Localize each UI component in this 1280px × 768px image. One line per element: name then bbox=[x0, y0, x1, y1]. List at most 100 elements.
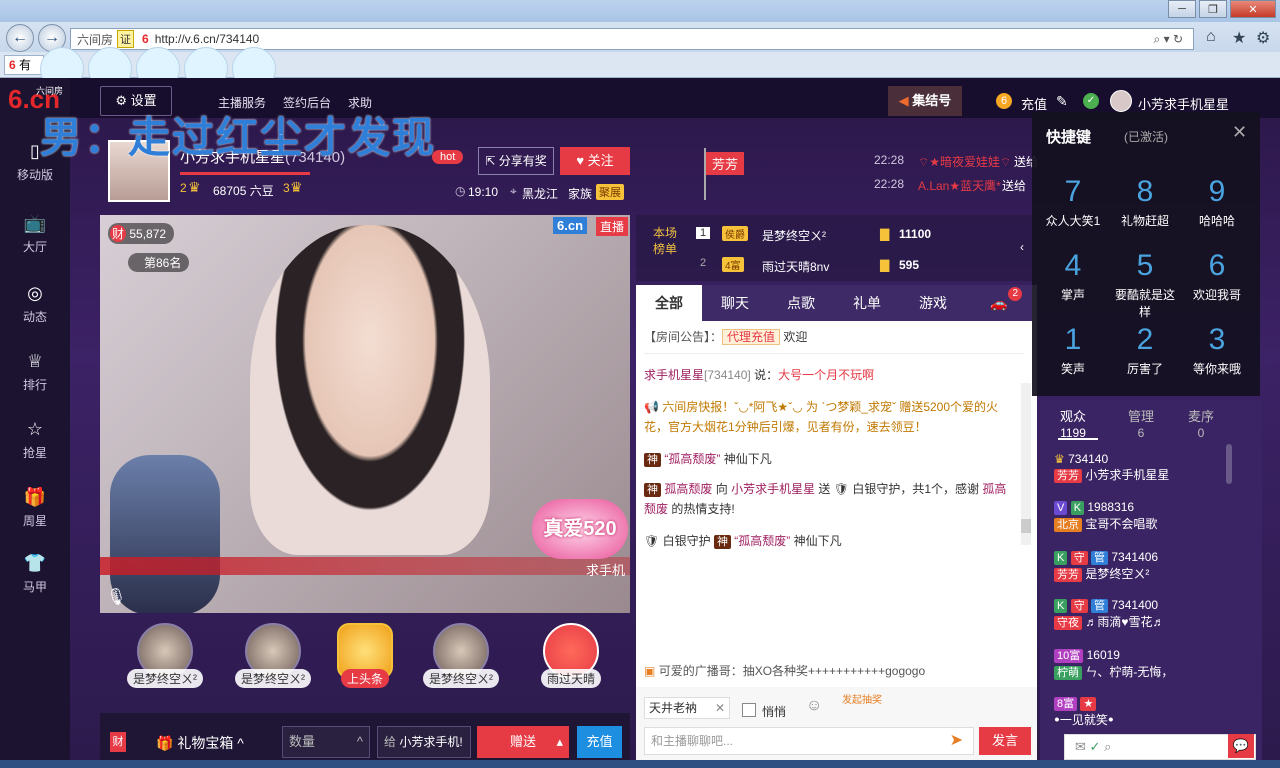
audience-user[interactable]: ♛ 734140 芳芳 小芳求手机星星 bbox=[1054, 452, 1169, 483]
rank-name[interactable]: 雨过天晴8nv bbox=[762, 258, 829, 275]
mail-icon[interactable]: ✉ bbox=[1075, 739, 1086, 754]
close-window-button[interactable]: ✕ bbox=[1230, 0, 1276, 18]
username-menu[interactable]: 小芳求手机星星 bbox=[1138, 94, 1229, 113]
horn-icon: ◀ bbox=[898, 93, 909, 108]
audience-user[interactable]: 8富 ★ ꔷ一见就笑ꔷ bbox=[1054, 696, 1114, 728]
maximize-button[interactable]: ❐ bbox=[1199, 0, 1227, 18]
news-user[interactable]: ⌔★暗夜爱娃娃⌔ bbox=[918, 153, 1011, 170]
close-icon: ✕ bbox=[714, 701, 725, 715]
audience-user[interactable]: V K 1988316 北京 宝哥不会唱歌 bbox=[1054, 500, 1157, 532]
family-badge[interactable]: 聚展 bbox=[596, 184, 624, 200]
shortcut-item[interactable]: 1 笑声 bbox=[1040, 320, 1106, 386]
gift-box-button[interactable]: 🎁 礼物宝箱 ^ bbox=[156, 733, 244, 753]
recharge-link[interactable]: 充值 bbox=[1021, 94, 1047, 113]
site-tag: 六间房 bbox=[77, 32, 114, 47]
follow-button[interactable]: ♥ 关注 bbox=[560, 147, 630, 175]
shortcut-item[interactable]: 5 要酷就是这样 bbox=[1112, 246, 1178, 319]
back-button[interactable]: ← bbox=[6, 24, 34, 52]
browser-tab[interactable]: 6 有 bbox=[4, 55, 44, 75]
minimize-button[interactable]: ─ bbox=[1168, 0, 1196, 18]
shortcut-item[interactable]: 7 众人大笑1 bbox=[1040, 172, 1106, 238]
tab-chat[interactable]: 聊天 bbox=[702, 285, 768, 321]
audience-user[interactable]: K 守 管 7341400 守夜 ♬雨滴♥雪花♬ bbox=[1054, 598, 1164, 630]
emoji-icon[interactable]: ☺ bbox=[806, 697, 822, 715]
quantity-input[interactable]: 数量 ^ bbox=[282, 726, 370, 758]
compass-icon: ◎ bbox=[27, 283, 43, 303]
home-icon[interactable]: ⌂ bbox=[1206, 28, 1216, 46]
news-user[interactable]: A.Lan★蓝天鹰* bbox=[918, 177, 1001, 194]
car-icon: 🚗 bbox=[990, 295, 1008, 311]
chat-scrollbar[interactable] bbox=[1021, 383, 1031, 545]
send-message-button[interactable]: 发言 bbox=[979, 727, 1031, 755]
gift-slot[interactable]: 是梦终空ㄨ² bbox=[230, 623, 316, 703]
chat-broadcast: 📢 六间房快报！ˇ◡*阿飞★ˇ◡ 为 ˋつ梦颖_求宠ˇ 赠送5200个爱的火花，… bbox=[644, 400, 999, 434]
tab-all[interactable]: 全部 bbox=[636, 285, 702, 321]
announcement: 【房间公告】： 代理充值 欢迎 bbox=[644, 329, 808, 345]
nav-feed[interactable]: ◎ 动态 bbox=[0, 270, 70, 336]
gather-button[interactable]: ◀ 集结号 bbox=[888, 86, 962, 116]
shortcut-item[interactable]: 9 哈哈哈 bbox=[1184, 172, 1250, 238]
favorites-icon[interactable]: ★ bbox=[1232, 28, 1246, 48]
chat-message: 🛡 白银守护 神 “孤高颓废” 神仙下凡 bbox=[644, 534, 842, 549]
star-icon: ☆ bbox=[26, 419, 44, 439]
vip-badge: 4富 bbox=[722, 257, 744, 272]
nav-rank[interactable]: ♕ 排行 bbox=[0, 338, 70, 404]
share-button[interactable]: ⇱ 分享有奖 bbox=[478, 147, 554, 175]
chat-recipient[interactable]: 天井老衲 ✕ bbox=[644, 697, 730, 719]
chat-bubble-icon[interactable]: 💬 bbox=[1228, 734, 1254, 758]
edit-icon[interactable]: ✎ bbox=[1056, 93, 1068, 110]
tab-songs[interactable]: 点歌 bbox=[768, 285, 834, 321]
send-gift-button[interactable]: 赠送 ▴ bbox=[477, 726, 569, 758]
shortcut-item[interactable]: 2 厉害了 bbox=[1112, 320, 1178, 386]
audience-user[interactable]: K 守 管 7341406 芳芳 是梦终空ㄨ² bbox=[1054, 550, 1158, 582]
agent-recharge-button[interactable]: 代理充值 bbox=[722, 329, 781, 345]
mic-icon[interactable]: 🎙 bbox=[106, 587, 126, 607]
send-arrow-icon: ➤ bbox=[949, 732, 963, 749]
video-player[interactable]: 财 55,872 第86名 6.cn 直播 真爱520 求手机 🎙 bbox=[100, 215, 630, 613]
lottery-button[interactable]: 发起抽奖 bbox=[842, 695, 892, 707]
nav-grab-star[interactable]: ☆ 抢星 bbox=[0, 406, 70, 472]
shortcut-item[interactable]: 6 欢迎我哥 bbox=[1184, 246, 1250, 312]
audience-user[interactable]: 10富 16019 柠萌 ㄣ、柠萌-无悔， bbox=[1054, 648, 1173, 680]
wealth-icon[interactable]: 财 bbox=[110, 732, 126, 752]
user-avatar[interactable] bbox=[1110, 90, 1132, 112]
rank-name[interactable]: 是梦终空ㄨ² bbox=[762, 227, 826, 244]
audience-scrollbar[interactable] bbox=[1226, 444, 1232, 484]
nav-vest[interactable]: 👕 马甲 bbox=[0, 540, 70, 606]
search-icon[interactable]: ⌕ ▾ ↻ bbox=[1154, 32, 1183, 47]
anchor-beans: 68705 六豆 bbox=[213, 184, 274, 198]
recipient-field[interactable]: 给 小芳求手机! bbox=[377, 726, 471, 758]
heart-icon: ♥ bbox=[576, 153, 585, 168]
nav-weekly-star[interactable]: 🎁 周星 bbox=[0, 474, 70, 540]
whisper-checkbox[interactable] bbox=[742, 703, 756, 717]
shortcut-item[interactable]: 4 掌声 bbox=[1040, 246, 1106, 312]
chat-input[interactable]: 和主播聊聊吧... ➤ bbox=[644, 727, 974, 755]
tools-gear-icon[interactable]: ⚙ bbox=[1256, 28, 1270, 48]
gift-slot[interactable]: 上头条 bbox=[322, 623, 408, 703]
address-bar[interactable]: 六间房 证 6 http://v.6.cn/734140 ⌕ ▾ ↻ bbox=[70, 28, 1194, 50]
tab-audience[interactable]: 观众 1199 bbox=[1060, 406, 1086, 440]
search-icon[interactable]: ⌕ bbox=[1104, 739, 1111, 754]
shortcut-item[interactable]: 8 礼物赶超 bbox=[1112, 172, 1178, 238]
collapse-arrow-icon[interactable]: ‹ bbox=[1020, 240, 1024, 254]
recharge-button[interactable]: 充值 bbox=[577, 726, 622, 758]
news-time: 22:28 bbox=[874, 177, 905, 191]
tab-mic-queue[interactable]: 麦序 0 bbox=[1188, 406, 1214, 440]
url-prefix: http://v.6.cn/ bbox=[154, 32, 220, 46]
gift-slot[interactable]: 是梦终空ㄨ² bbox=[122, 623, 208, 703]
tab-games[interactable]: 游戏 bbox=[900, 285, 966, 321]
shortcut-item[interactable]: 3 等你来哦 bbox=[1184, 320, 1250, 386]
nav-hall[interactable]: 📺 大厅 bbox=[0, 200, 70, 266]
video-caption: 求手机 bbox=[586, 563, 626, 578]
tv-icon: 📺 bbox=[23, 213, 47, 233]
family-label: 家族 bbox=[568, 187, 593, 201]
coins-icon: ▇ bbox=[880, 227, 890, 241]
close-icon[interactable]: ✕ bbox=[1232, 122, 1247, 143]
ok-icon[interactable]: ✓ bbox=[1090, 739, 1101, 754]
rank-number: 1 bbox=[696, 227, 710, 239]
tab-admins[interactable]: 管理 6 bbox=[1128, 406, 1154, 440]
gift-slot[interactable]: 是梦终空ㄨ² bbox=[418, 623, 504, 703]
gift-slot[interactable]: 雨过天晴 bbox=[528, 623, 614, 703]
tab-gifts[interactable]: 礼单 bbox=[834, 285, 900, 321]
tab-car[interactable]: 🚗 2 bbox=[966, 285, 1032, 321]
